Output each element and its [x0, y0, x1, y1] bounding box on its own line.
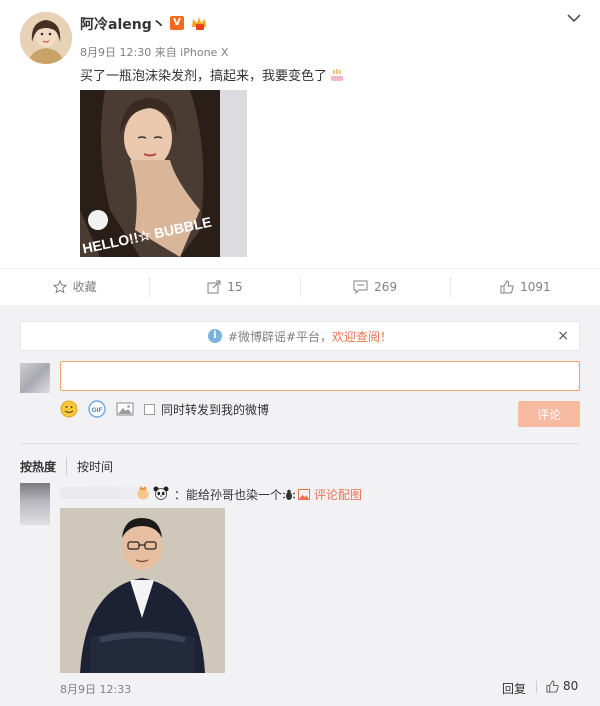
thumb-up-icon	[546, 679, 559, 693]
comment-icon	[353, 280, 368, 294]
repost-button[interactable]: 15	[150, 276, 301, 297]
comment-image-link[interactable]: 评论配图	[298, 486, 362, 503]
cake-emoji-icon	[136, 486, 150, 500]
like-count: 1091	[520, 279, 551, 294]
comment-image[interactable]	[60, 508, 225, 673]
chevron-down-icon[interactable]	[566, 12, 582, 24]
favorite-button[interactable]: 收藏	[0, 276, 151, 297]
star-icon	[52, 279, 67, 294]
notice-link[interactable]: 欢迎查阅！	[332, 328, 392, 345]
close-icon[interactable]: ×	[557, 328, 569, 344]
comment-like-count: 80	[563, 679, 579, 693]
reply-button[interactable]: 回复	[502, 680, 526, 697]
favorite-label: 收藏	[72, 280, 97, 294]
repost-count: 15	[227, 279, 243, 294]
post-text: 买了一瓶泡沫染发剂，搞起来，我要变色了	[80, 65, 345, 84]
comment-input[interactable]	[60, 361, 580, 391]
post-image[interactable]: HELLO!!☆ BUBBLE	[80, 90, 247, 257]
comment-image-link-label: 评论配图	[314, 488, 363, 502]
sort-by-hot-tab[interactable]: 按热度	[20, 458, 68, 475]
weibo-post: 阿冷aleng丶 V 8月9日 12:30 来自 iPhone X 买了一瓶泡沫…	[0, 0, 600, 268]
comment-text-content: ：能给孙哥也染一个	[174, 488, 283, 502]
notice-text: #微博辟谣#平台，	[227, 329, 333, 344]
comment-sort-tabs: 按热度 按时间	[20, 458, 123, 475]
picture-icon[interactable]	[116, 400, 134, 418]
section-divider	[20, 443, 580, 444]
picture-icon	[298, 489, 310, 500]
sync-repost-label[interactable]: 同时转发到我的微博	[161, 401, 269, 418]
comment-button[interactable]: 269	[301, 276, 451, 297]
current-user-avatar	[20, 363, 50, 393]
post-username[interactable]: 阿冷aleng丶	[80, 14, 166, 34]
like-button[interactable]: 1091	[451, 277, 600, 297]
cake-emoji-icon	[329, 67, 345, 83]
action-separator	[536, 681, 537, 693]
verified-badge-icon[interactable]: V	[170, 16, 184, 30]
member-crown-icon[interactable]	[190, 15, 208, 31]
repost-icon	[207, 280, 221, 293]
comment-time: 8月9日 12:33	[60, 683, 132, 696]
post-action-bar: 收藏 15 269 1091	[0, 268, 600, 304]
post-meta: 8月9日 12:30 来自 iPhone X	[80, 46, 229, 59]
gif-icon[interactable]: GIF	[88, 400, 106, 418]
user-avatar[interactable]	[20, 12, 72, 64]
comment-text: ：能给孙哥也染一个	[174, 486, 296, 503]
thumb-up-icon	[500, 279, 514, 293]
comment-section: i #微博辟谣#平台， 欢迎查阅！ × GIF 同时转发到我的微博 评论 按热度…	[0, 305, 600, 706]
bug-emoji-icon	[282, 489, 296, 501]
svg-text:GIF: GIF	[92, 407, 103, 414]
emoji-icon[interactable]	[60, 400, 78, 418]
sort-by-time-tab[interactable]: 按时间	[77, 458, 123, 475]
info-icon: i	[207, 329, 222, 343]
comment-item: ：能给孙哥也染一个 评论配图 8月9日 12:33 回复 80	[20, 483, 580, 703]
comment-count: 269	[374, 279, 398, 294]
panda-emoji-icon	[153, 486, 169, 500]
comment-like-button[interactable]: 80	[546, 679, 578, 693]
composer-toolbar: GIF 同时转发到我的微博	[60, 400, 269, 418]
sync-repost-checkbox[interactable]	[144, 403, 155, 415]
post-text-content: 买了一瓶泡沫染发剂，搞起来，我要变色了	[80, 69, 328, 84]
commenter-avatar[interactable]	[20, 483, 50, 525]
submit-comment-button[interactable]: 评论	[518, 401, 580, 427]
rumor-notice-banner: i #微博辟谣#平台， 欢迎查阅！ ×	[20, 321, 580, 351]
